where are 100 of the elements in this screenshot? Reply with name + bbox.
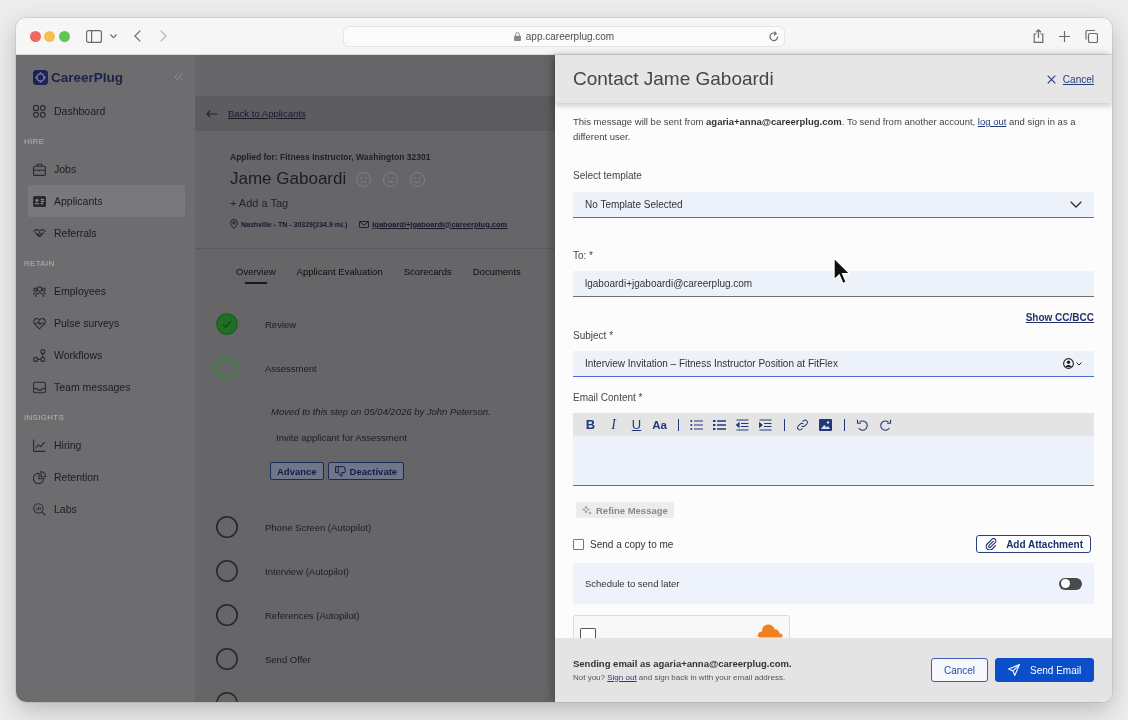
sidebar-item[interactable]: Hiring — [28, 429, 185, 461]
section-heading: RETAIN — [24, 259, 55, 269]
sidebar-item[interactable]: Team messages — [28, 371, 185, 403]
applicant-name: Jame Gaboardi — [230, 169, 347, 189]
arrow-left-icon — [206, 109, 218, 118]
sidebar-item[interactable]: Applicants — [28, 185, 185, 217]
thumbs-down-icon — [334, 465, 346, 477]
to-field[interactable]: lgaboardi+jgaboardi@careerplug.com — [573, 271, 1094, 297]
tab[interactable]: Documents — [472, 249, 521, 295]
step-label: Assessment — [265, 362, 317, 374]
bold-button[interactable]: B — [579, 413, 602, 436]
url-text: app.careerplug.com — [525, 30, 615, 42]
step-note: Moved to this step on 05/04/2026 by John Peterson. — [271, 405, 491, 419]
tabs-icon[interactable] — [1084, 29, 1098, 43]
paper-plane-icon — [1008, 664, 1020, 676]
subject-field[interactable]: Interview Invitation – Fitness Instructor Position at FitFlex — [573, 351, 1094, 377]
person-circle-icon — [1063, 358, 1074, 369]
tab[interactable]: Overview — [236, 249, 276, 295]
italic-button[interactable]: I — [602, 413, 625, 436]
font-size-button[interactable]: Aa — [648, 413, 671, 436]
envelope-icon — [359, 220, 370, 228]
nodes-icon — [33, 348, 46, 362]
indent-icon[interactable] — [759, 418, 772, 431]
add-attachment-button[interactable]: Add Attachment — [976, 535, 1091, 553]
add-tag-link[interactable]: + Add a Tag — [230, 195, 289, 211]
image-icon[interactable] — [819, 418, 832, 431]
schedule-label: Schedule to send later — [585, 578, 680, 589]
people-icon — [33, 284, 46, 298]
panel-title: Contact Jame Gaboardi — [573, 68, 774, 90]
logo-icon — [33, 69, 48, 85]
sidebar-item[interactable]: Workflows — [28, 339, 185, 371]
sidebar-item[interactable]: Pulse surveys — [28, 307, 185, 339]
sparkle-icon — [582, 505, 592, 515]
window-close-button[interactable] — [29, 30, 41, 42]
inbox-icon — [33, 380, 46, 394]
sign-out-hint: Not you? Sign out and sign back in with your email address. — [573, 671, 786, 684]
back-link[interactable]: Back to Applicants — [228, 108, 306, 119]
address-bar[interactable]: app.careerplug.com — [343, 25, 785, 47]
captcha-checkbox[interactable] — [580, 628, 596, 638]
advance-button[interactable]: Advance — [270, 462, 324, 480]
sidebar-item[interactable]: Jobs — [28, 153, 185, 185]
reload-icon[interactable] — [769, 30, 779, 42]
step-label: Send Offer — [265, 653, 311, 665]
briefcase-icon — [33, 162, 46, 176]
step-label: Phone Screen (Autopilot) — [265, 521, 372, 533]
redo-icon[interactable] — [879, 418, 892, 431]
field-value: Interview Invitation – Fitness Instructor Position at FitFlex — [585, 358, 838, 369]
person-menu-button[interactable] — [1063, 358, 1082, 369]
cursor-icon — [833, 257, 851, 285]
numbered-list-icon[interactable] — [713, 418, 726, 431]
cancel-button[interactable]: Cancel — [931, 658, 988, 682]
sender-notice: This message will be sent from agaria+anna@careerplug.com. To send from another account, log out and sign in as a different user. — [573, 115, 1077, 144]
caret-icon — [1076, 361, 1082, 366]
deactivate-button[interactable]: Deactivate — [327, 462, 405, 480]
section-heading: INSIGHTS — [24, 413, 65, 423]
checkbox[interactable] — [573, 538, 584, 550]
pin-icon — [230, 219, 238, 229]
show-cc-bcc-link[interactable]: Show CC/BCC — [1025, 311, 1094, 325]
paperclip-icon — [985, 538, 998, 550]
lock-icon — [513, 31, 521, 41]
sidebar-item[interactable]: Referrals — [28, 217, 185, 249]
chevron-down-icon — [1070, 201, 1082, 208]
send-email-button[interactable]: Send Email — [995, 658, 1094, 682]
share-icon[interactable] — [1032, 29, 1044, 43]
template-select[interactable]: No Template Selected — [573, 192, 1094, 218]
underline-button[interactable]: U — [625, 413, 648, 436]
handshake-icon — [33, 226, 46, 240]
checkbox-label: Send a copy to me — [590, 538, 674, 550]
sidebar-item[interactable]: Retention — [28, 461, 185, 493]
field-value: lgaboardi+jgaboardi@careerplug.com — [585, 278, 753, 289]
bulleted-list-icon[interactable] — [690, 418, 703, 431]
cancel-link[interactable]: Cancel — [1062, 73, 1094, 85]
field-label: Select template — [573, 169, 642, 183]
pie-chart-icon — [33, 470, 46, 484]
heart-pulse-icon — [33, 316, 46, 330]
plus-icon[interactable] — [1058, 30, 1070, 42]
field-label: Subject * — [573, 329, 614, 343]
email-content-field[interactable] — [573, 436, 1094, 486]
id-card-icon — [33, 194, 46, 208]
chevron-down-icon[interactable] — [110, 33, 117, 39]
close-icon[interactable] — [1046, 74, 1056, 84]
field-label: Email Content * — [573, 391, 643, 405]
line-chart-icon — [33, 438, 46, 452]
undo-icon[interactable] — [856, 418, 869, 431]
back-icon[interactable] — [133, 30, 141, 42]
step-label: Interview (Autopilot) — [265, 565, 349, 577]
sidebar-item[interactable]: Labs — [28, 493, 185, 525]
outdent-icon[interactable] — [736, 418, 749, 431]
toggle-switch[interactable] — [1059, 577, 1082, 590]
link-icon[interactable] — [796, 418, 809, 431]
tab[interactable]: Applicant Evaluation — [296, 249, 383, 295]
brand-name: CareerPlug — [51, 69, 124, 85]
sidebar-item[interactable]: Dashboard — [28, 95, 185, 127]
cloud-icon — [757, 624, 783, 638]
tab[interactable]: Scorecards — [403, 249, 452, 295]
log-out-link[interactable]: log out — [977, 116, 1007, 127]
sign-out-link[interactable]: Sign out — [607, 672, 637, 682]
sidebar-icon[interactable] — [86, 29, 102, 43]
sidebar-item[interactable]: Employees — [28, 275, 185, 307]
sender-text: Sending email as agaria+anna@careerplug.com. — [573, 656, 792, 671]
